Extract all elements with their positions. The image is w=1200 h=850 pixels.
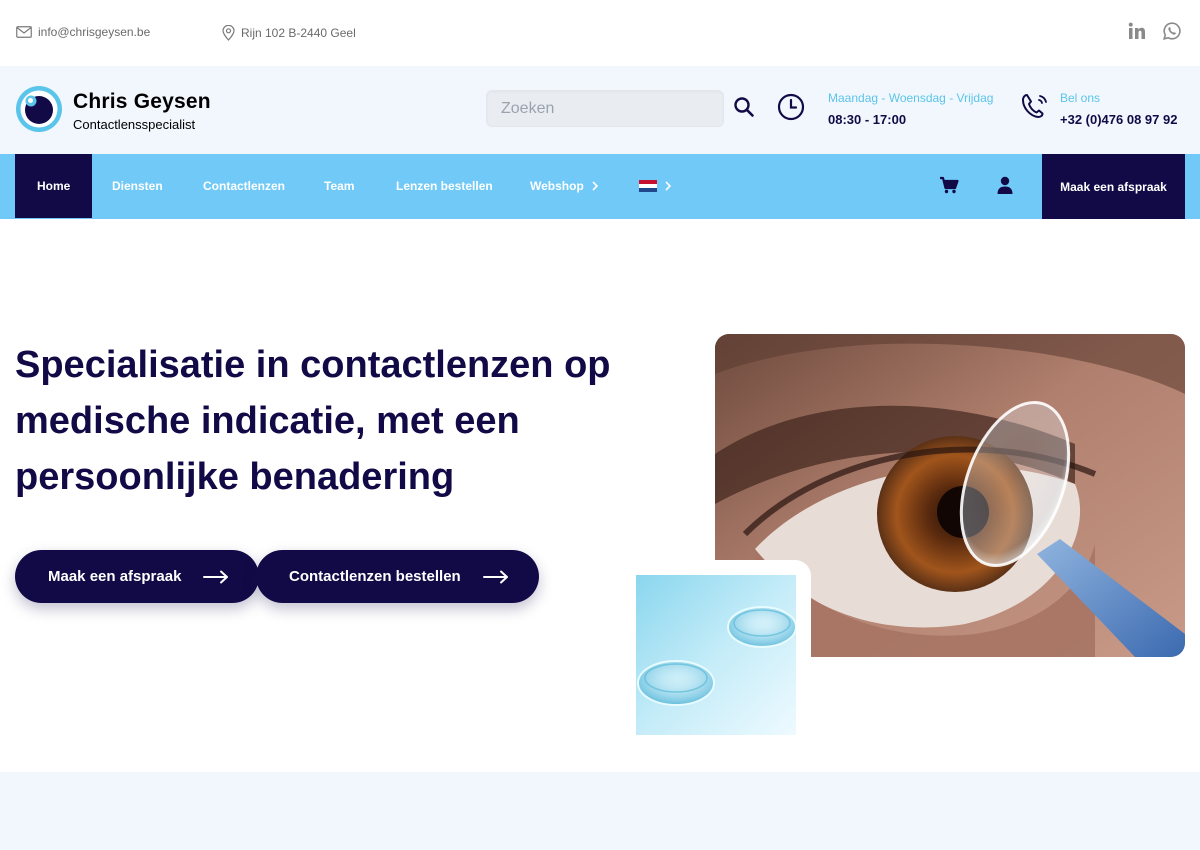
search-input[interactable] — [487, 91, 723, 126]
nav-item-diensten[interactable]: Diensten — [112, 154, 163, 218]
brand-subtitle: Contactlensspecialist — [73, 117, 196, 132]
nav-item-webshop-label: Webshop — [530, 179, 584, 193]
nav-item-home[interactable]: Home — [15, 154, 93, 218]
email-text: info@chrisgeysen.be — [38, 25, 151, 39]
nl-flag-icon — [639, 180, 657, 192]
whatsapp-icon[interactable] — [1163, 22, 1181, 45]
search-box — [486, 90, 724, 127]
contact-lenses-photo — [636, 575, 796, 735]
call-label: Bel ons — [1060, 91, 1101, 105]
nav-item-webshop[interactable]: Webshop — [530, 154, 598, 218]
nav-item-lenzen-bestellen[interactable]: Lenzen bestellen — [396, 154, 493, 218]
email-link[interactable]: info@chrisgeysen.be — [16, 25, 150, 39]
main-nav: Home Diensten Contactlenzen Team Lenzen … — [0, 154, 1200, 219]
nav-item-team[interactable]: Team — [324, 154, 354, 218]
hero-order-lenses-label: Contactlenzen bestellen — [289, 568, 461, 585]
address-text: Rijn 102 B-2440 Geel — [241, 26, 356, 40]
phone-icon — [1022, 94, 1047, 118]
clock-icon — [777, 93, 805, 121]
hero-title: Specialisatie in contactlenzen op medisc… — [15, 344, 611, 498]
user-icon[interactable] — [997, 176, 1013, 194]
map-pin-icon — [222, 25, 235, 41]
brand-name[interactable]: Chris Geysen — [73, 90, 211, 114]
next-section — [0, 772, 1200, 850]
language-switcher[interactable] — [639, 154, 671, 218]
mail-icon — [16, 26, 32, 38]
address-link[interactable]: Rijn 102 B-2440 Geel — [222, 25, 356, 41]
hero-appointment-button[interactable]: Maak een afspraak — [15, 550, 260, 603]
phone-number[interactable]: +32 (0)476 08 97 92 — [1060, 112, 1177, 127]
appointment-button[interactable]: Maak een afspraak — [1042, 154, 1185, 219]
chevron-right-icon — [665, 181, 671, 191]
nav-item-contactlenzen[interactable]: Contactlenzen — [203, 154, 285, 218]
linkedin-icon[interactable] — [1128, 22, 1146, 45]
hero-appointment-label: Maak een afspraak — [48, 568, 182, 585]
opening-days: Maandag - Woensdag - Vrijdag — [828, 91, 994, 105]
arrow-right-icon — [482, 570, 508, 583]
chevron-right-icon — [592, 181, 598, 191]
hero-section: Specialisatie in contactlenzen op medisc… — [0, 219, 1200, 772]
cart-icon[interactable] — [939, 176, 959, 194]
eye-logo-icon[interactable] — [15, 85, 63, 133]
top-bar: info@chrisgeysen.be Rijn 102 B-2440 Geel — [0, 0, 1200, 66]
site-header: Chris Geysen Contactlensspecialist Maand… — [0, 66, 1200, 154]
arrow-right-icon — [203, 570, 229, 583]
hero-order-lenses-button[interactable]: Contactlenzen bestellen — [256, 550, 539, 603]
opening-hours: 08:30 - 17:00 — [828, 112, 907, 127]
search-icon[interactable] — [733, 96, 755, 118]
